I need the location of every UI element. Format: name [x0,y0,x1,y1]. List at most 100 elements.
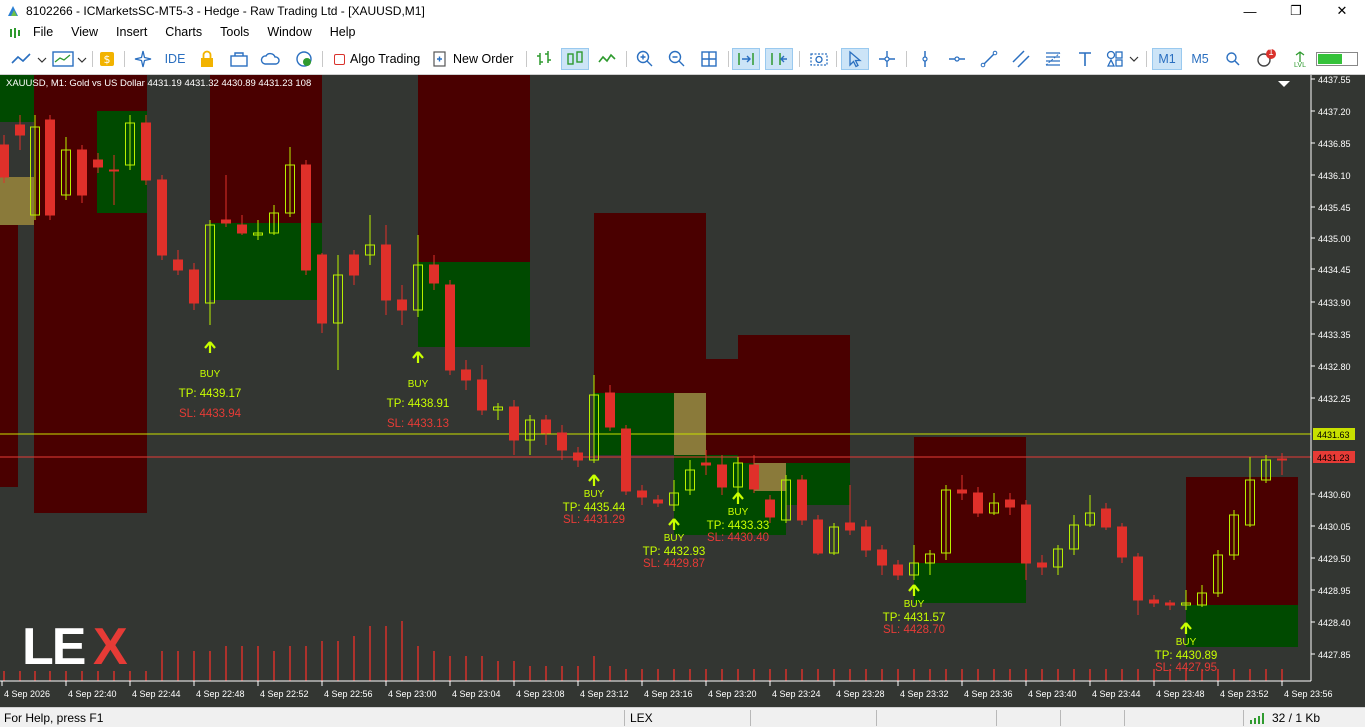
time-label: 4 Sep 22:40 [68,689,117,699]
menu-file[interactable]: File [24,22,62,43]
vertical-line-button[interactable] [912,48,938,70]
buy-signal: BUY TP: 4439.17 SL: 4433.94 [179,341,242,420]
horizontal-line-button[interactable] [944,48,970,70]
buy-arrow-icon [412,351,424,363]
svg-text:X: X [93,618,128,676]
toolbar: $ IDE Algo Trading New Order M1 M5 1 LVL [0,43,1365,75]
candle-body [605,392,615,428]
cursor-button[interactable] [841,48,869,70]
candle-body [445,284,455,371]
shapes-dropdown[interactable] [1104,48,1142,70]
candle-body [1037,562,1047,568]
timeframe-m1-button[interactable]: M1 [1152,48,1182,70]
bear-candle [621,425,631,495]
candlestick-icon [567,51,583,65]
auto-scroll-button[interactable] [732,48,760,70]
menu-tools[interactable]: Tools [211,22,258,43]
chart-area[interactable]: 4431.63 4431.23 BUY TP: 4439.17 SL: 4433.94… [0,75,1365,707]
market-watch-button[interactable]: $ [96,48,118,70]
navigator-button[interactable] [132,48,154,70]
text-button[interactable] [1072,48,1098,70]
line-icon [598,53,616,63]
bear-candle [77,145,87,203]
shapes-icon [1106,50,1139,67]
timeframe-chart-dropdown[interactable] [50,48,90,70]
bar-chart-button[interactable] [532,48,556,70]
price-label: 4432.80 [1318,362,1351,372]
candle-body [1277,458,1287,461]
signal-strength-button[interactable]: LVL [1290,48,1310,70]
candle-body [1021,504,1031,564]
globe-button[interactable] [292,48,316,70]
candle-body [141,122,151,181]
line-chart-button[interactable] [594,48,620,70]
bear-candle [1133,553,1143,615]
time-label: 4 Sep 2026 [4,689,50,699]
auto-scroll-icon [738,53,754,65]
candle-body [317,254,327,324]
price-label: 4428.95 [1318,586,1351,596]
notifications-button[interactable]: 1 [1252,47,1280,70]
chart-window-icon[interactable] [8,27,22,39]
vps-button[interactable] [258,48,284,70]
price-label: 4432.25 [1318,394,1351,404]
time-axis: 4 Sep 2026 4 Sep 22:40 4 Sep 22:44 4 Sep 22… [1,681,1333,699]
chart-scroll-arrow-icon[interactable] [1278,81,1290,87]
fibonacci-button[interactable] [1040,48,1066,70]
candle-body [221,219,231,224]
strategy-tester-button[interactable] [196,48,218,70]
bars-icon [537,51,551,65]
price-label: 4435.00 [1318,234,1351,244]
candle-body [1149,599,1159,604]
screenshot-button[interactable] [806,48,832,70]
menu-charts[interactable]: Charts [156,22,211,43]
menu-view[interactable]: View [62,22,107,43]
menu-insert[interactable]: Insert [107,22,156,43]
candle-body [157,179,167,256]
new-order-button[interactable]: New Order [432,48,516,70]
candle-body [397,299,407,311]
traffic-counter: 32 / 1 Kb [1272,711,1321,725]
minimize-button[interactable]: — [1227,0,1273,22]
candle-body [877,549,887,566]
bull-candle [525,415,535,455]
profile-name[interactable]: LEX [630,711,653,725]
candle-body [45,119,55,216]
chart-type-dropdown[interactable] [8,48,48,70]
channel-icon [1012,50,1030,68]
bear-candle [557,425,567,460]
crosshair-button[interactable] [874,48,900,70]
maximize-button[interactable]: ❐ [1273,0,1319,22]
coin-icon: $ [100,52,114,66]
close-button[interactable]: ✕ [1319,0,1365,22]
take-profit-label: TP: 4433.33 [707,520,770,532]
price-label: 4434.45 [1318,265,1351,275]
chart-shift-button[interactable] [765,48,793,70]
bear-candle [157,175,167,260]
stop-loss-label: SL: 4427.95 [1155,662,1217,674]
timeframe-m5-button[interactable]: M5 [1186,48,1214,70]
menu-help[interactable]: Help [321,22,365,43]
zoom-out-button[interactable] [664,48,690,70]
entry-zone [674,393,706,455]
price-label: 4437.55 [1318,75,1351,85]
candlestick-chart[interactable]: 4431.63 4431.23 BUY TP: 4439.17 SL: 4433.94… [0,75,1365,707]
candlestick-button[interactable] [561,48,589,70]
stop-loss-label: SL: 4433.13 [387,418,449,430]
search-button[interactable] [1222,48,1244,70]
trendline-button[interactable] [976,48,1002,70]
ide-button[interactable]: IDE [162,48,188,70]
volume-bars [3,621,1283,681]
time-label: 4 Sep 23:00 [388,689,437,699]
menu-window[interactable]: Window [258,22,320,43]
channel-button[interactable] [1008,48,1034,70]
candle-body [77,149,87,196]
tile-windows-button[interactable] [696,48,722,70]
signals-button[interactable] [226,48,252,70]
price-label: 4437.20 [1318,107,1351,117]
algo-trading-button[interactable]: Algo Trading [330,48,422,70]
zoom-in-button[interactable] [632,48,658,70]
candle-body [653,499,663,504]
buy-signal-label: BUY [584,489,605,500]
candle-body [813,519,823,554]
